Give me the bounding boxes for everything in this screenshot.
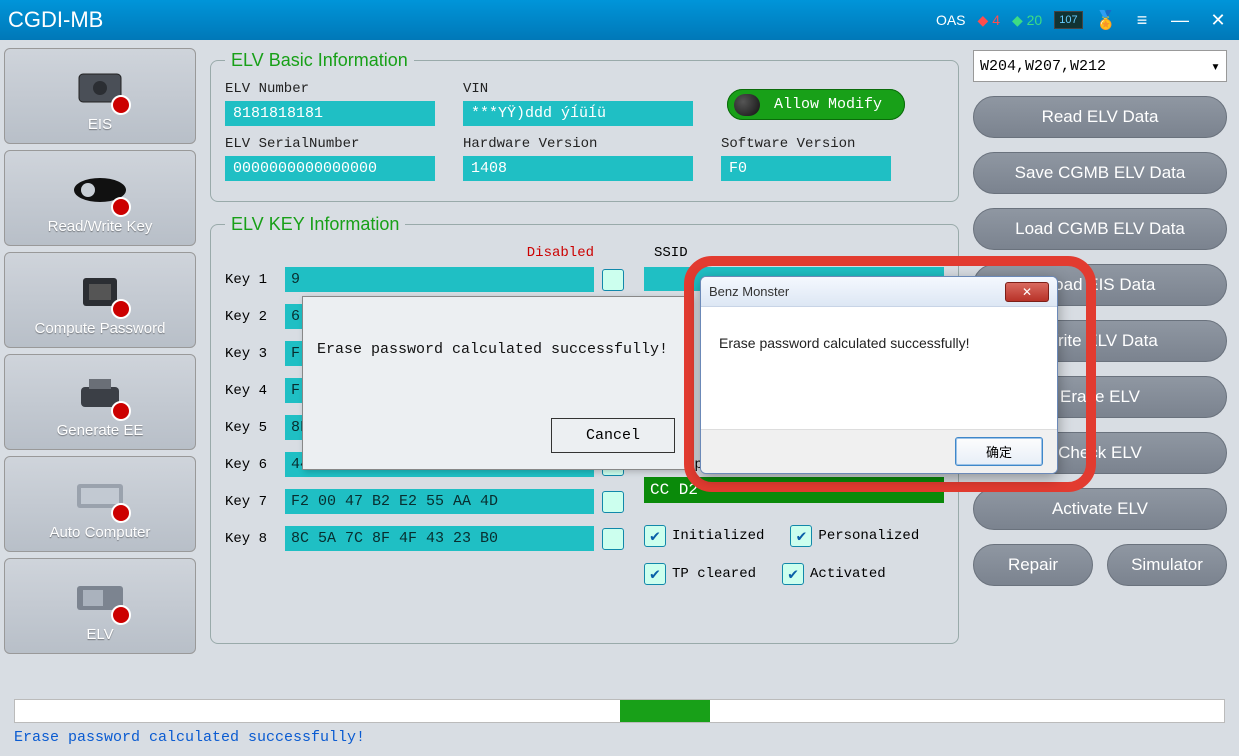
save-cgmb-elv-data-button[interactable]: Save CGMB ELV Data (973, 152, 1227, 194)
sidebar-item-elv[interactable]: ELV (4, 558, 196, 654)
sidebar: EIS Read/Write Key Compute Password Gene… (0, 40, 200, 708)
sidebar-item-label: Compute Password (35, 320, 166, 337)
personalized-label: Personalized (818, 528, 919, 544)
tp-cleared-checkbox[interactable] (644, 563, 666, 585)
ssid-label: SSID (644, 245, 944, 261)
sidebar-item-label: Generate EE (57, 422, 144, 439)
key-label: Key 2 (225, 309, 277, 325)
sidebar-item-label: Auto Computer (50, 524, 151, 541)
key-label: Key 4 (225, 383, 277, 399)
key-disabled-checkbox[interactable] (602, 528, 624, 550)
sidebar-item-eis[interactable]: EIS (4, 48, 196, 144)
dialog-close-button[interactable]: ✕ (1005, 282, 1049, 302)
key-label: Key 5 (225, 420, 277, 436)
key-label: Key 6 (225, 457, 277, 473)
key-row: Key 8 8C 5A 7C 8F 4F 43 23 B0 (225, 526, 624, 551)
disabled-column-label: Disabled (225, 245, 624, 261)
model-select[interactable]: W204,W207,W212 ▾ (973, 50, 1227, 82)
progress-message-text: Erase password calculated successfully! (303, 297, 691, 358)
alert-badge-icon (111, 401, 131, 421)
sidebar-item-label: EIS (88, 116, 112, 133)
key-disabled-checkbox[interactable] (602, 491, 624, 513)
activated-label: Activated (810, 566, 886, 582)
key-label: Key 3 (225, 346, 277, 362)
elv-basic-legend: ELV Basic Information (225, 50, 414, 71)
header-status: OAS ◆ 4 ◆ 20 107 🏅 ≡ — ✕ (936, 10, 1231, 31)
oas-label: OAS (936, 12, 966, 28)
progress-message-panel: Erase password calculated successfully! … (302, 296, 692, 470)
activate-elv-button[interactable]: Activate ELV (973, 488, 1227, 530)
model-select-value: W204,W207,W212 (980, 58, 1106, 75)
allow-modify-button[interactable]: Allow Modify (727, 89, 905, 120)
elv-basic-group: ELV Basic Information ELV Number 8181818… (210, 50, 959, 202)
status-line: Erase password calculated successfully! (14, 729, 1225, 746)
progress-bar (14, 699, 1225, 723)
vin-label: VIN (463, 81, 693, 97)
key-value: 9 (285, 267, 594, 292)
serial-value: 0000000000000000 (225, 156, 435, 181)
erase-value: CC D2 (644, 477, 944, 503)
read-elv-data-button[interactable]: Read ELV Data (973, 96, 1227, 138)
key-label: Key 1 (225, 272, 277, 288)
elv-key-legend: ELV KEY Information (225, 214, 405, 235)
personalized-checkbox[interactable] (790, 525, 812, 547)
gem-green-icon: ◆ 20 (1012, 12, 1042, 29)
footer: Erase password calculated successfully! (0, 695, 1239, 756)
sw-value: F0 (721, 156, 891, 181)
load-cgmb-elv-data-button[interactable]: Load CGMB ELV Data (973, 208, 1227, 250)
key-value: F2 00 47 B2 E2 55 AA 4D (285, 489, 594, 514)
activated-checkbox[interactable] (782, 563, 804, 585)
key-label: Key 8 (225, 531, 277, 547)
sidebar-item-compute-password[interactable]: Compute Password (4, 252, 196, 348)
key-row: Key 7 F2 00 47 B2 E2 55 AA 4D (225, 489, 624, 514)
initialized-checkbox[interactable] (644, 525, 666, 547)
initialized-label: Initialized (672, 528, 764, 544)
medal-icon: 🏅 (1095, 10, 1117, 31)
key-row: Key 1 9 (225, 267, 624, 292)
sidebar-item-rw-key[interactable]: Read/Write Key (4, 150, 196, 246)
dialog-ok-button[interactable]: 确定 (955, 437, 1043, 466)
key-label: Key 7 (225, 494, 277, 510)
repair-button[interactable]: Repair (973, 544, 1093, 586)
alert-badge-icon (111, 299, 131, 319)
minimize-button[interactable]: — (1167, 10, 1193, 31)
close-button[interactable]: ✕ (1205, 10, 1231, 31)
sidebar-item-label: Read/Write Key (48, 218, 153, 235)
sidebar-item-label: ELV (86, 626, 113, 643)
titlebar: CGDI-MB OAS ◆ 4 ◆ 20 107 🏅 ≡ — ✕ (0, 0, 1239, 40)
vin-value: ***YŸ)ddd ýĺüĺü (463, 101, 693, 126)
app-title: CGDI-MB (8, 7, 103, 33)
menu-icon[interactable]: ≡ (1129, 10, 1155, 31)
elv-number-label: ELV Number (225, 81, 435, 97)
cancel-button[interactable]: Cancel (551, 418, 675, 453)
serial-label: ELV SerialNumber (225, 136, 435, 152)
hw-label: Hardware Version (463, 136, 693, 152)
confirmation-dialog: Benz Monster ✕ Erase password calculated… (700, 276, 1058, 474)
dialog-title: Benz Monster (709, 284, 789, 299)
calendar-badge: 107 (1054, 11, 1082, 29)
key-value: 8C 5A 7C 8F 4F 43 23 B0 (285, 526, 594, 551)
sw-label: Software Version (721, 136, 891, 152)
chevron-down-icon: ▾ (1211, 57, 1220, 76)
gem-red-icon: ◆ 4 (978, 12, 1000, 29)
elv-number-value: 8181818181 (225, 101, 435, 126)
alert-badge-icon (111, 95, 131, 115)
hw-value: 1408 (463, 156, 693, 181)
sidebar-item-generate-ee[interactable]: Generate EE (4, 354, 196, 450)
simulator-button[interactable]: Simulator (1107, 544, 1227, 586)
sidebar-item-auto-computer[interactable]: Auto Computer (4, 456, 196, 552)
tp-cleared-label: TP cleared (672, 566, 756, 582)
dialog-body-text: Erase password calculated successfully! (701, 307, 1057, 361)
key-disabled-checkbox[interactable] (602, 269, 624, 291)
